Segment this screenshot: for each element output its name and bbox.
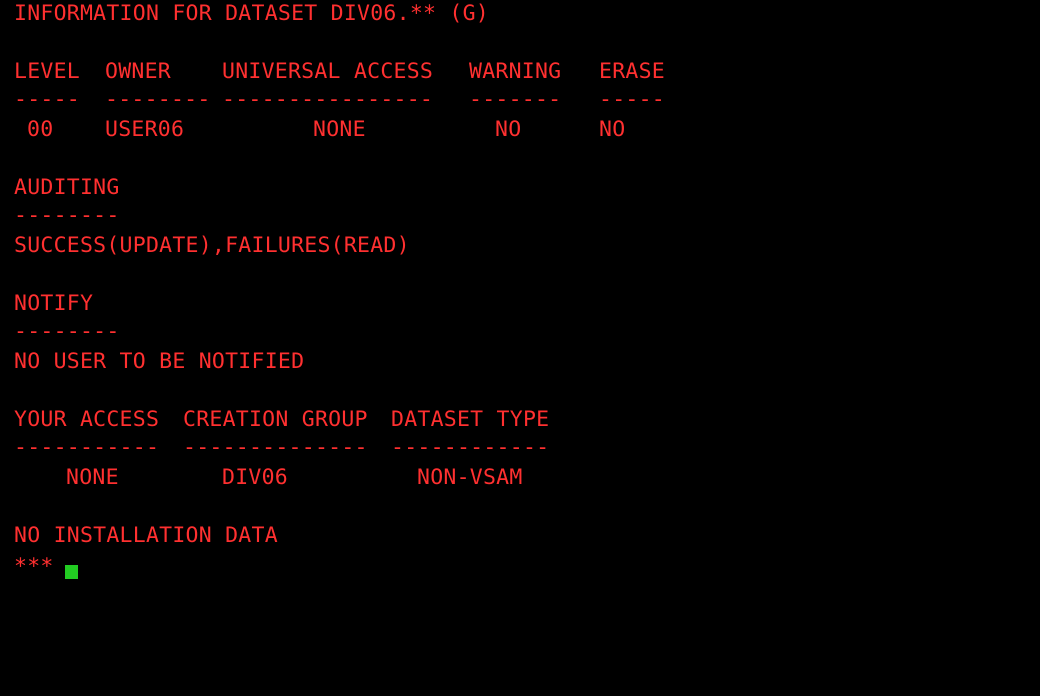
underline-owner: --------	[105, 87, 211, 112]
installation-data: NO INSTALLATION DATA	[14, 523, 278, 548]
value-level: 00	[27, 117, 54, 142]
value-erase: NO	[599, 117, 626, 142]
value-creation-group: DIV06	[222, 465, 288, 490]
underline-dataset-type: ------------	[391, 435, 550, 460]
underline-creation-group: --------------	[183, 435, 368, 460]
header-warning: WARNING	[469, 59, 562, 84]
header-creation-group: CREATION GROUP	[183, 407, 368, 432]
notify-underline: --------	[14, 319, 120, 344]
underline-erase: -----	[599, 87, 665, 112]
header-universal-access: UNIVERSAL ACCESS	[222, 59, 434, 84]
underline-universal-access: ----------------	[222, 87, 434, 112]
notify-heading: NOTIFY	[14, 291, 94, 316]
header-owner: OWNER	[105, 59, 171, 84]
header-dataset-type: DATASET TYPE	[391, 407, 550, 432]
auditing-value: SUCCESS(UPDATE),FAILURES(READ)	[14, 233, 410, 258]
header-level: LEVEL	[14, 59, 80, 84]
underline-warning: -------	[469, 87, 562, 112]
terminal-cursor[interactable]	[65, 565, 78, 579]
auditing-underline: --------	[14, 203, 120, 228]
header-your-access: YOUR ACCESS	[14, 407, 160, 432]
underline-your-access: -----------	[14, 435, 160, 460]
value-warning: NO	[495, 117, 522, 142]
value-owner: USER06	[105, 117, 185, 142]
auditing-heading: AUDITING	[14, 175, 120, 200]
terminal-screen[interactable]: INFORMATION FOR DATASET DIV06.** (G) LEV…	[14, 0, 1034, 696]
dataset-info-title: INFORMATION FOR DATASET DIV06.** (G)	[14, 1, 489, 26]
underline-level: -----	[14, 87, 80, 112]
value-dataset-type: NON-VSAM	[417, 465, 523, 490]
continuation-prompt: ***	[14, 554, 54, 579]
value-universal-access: NONE	[313, 117, 366, 142]
header-erase: ERASE	[599, 59, 665, 84]
value-your-access: NONE	[66, 465, 119, 490]
notify-value: NO USER TO BE NOTIFIED	[14, 349, 305, 374]
